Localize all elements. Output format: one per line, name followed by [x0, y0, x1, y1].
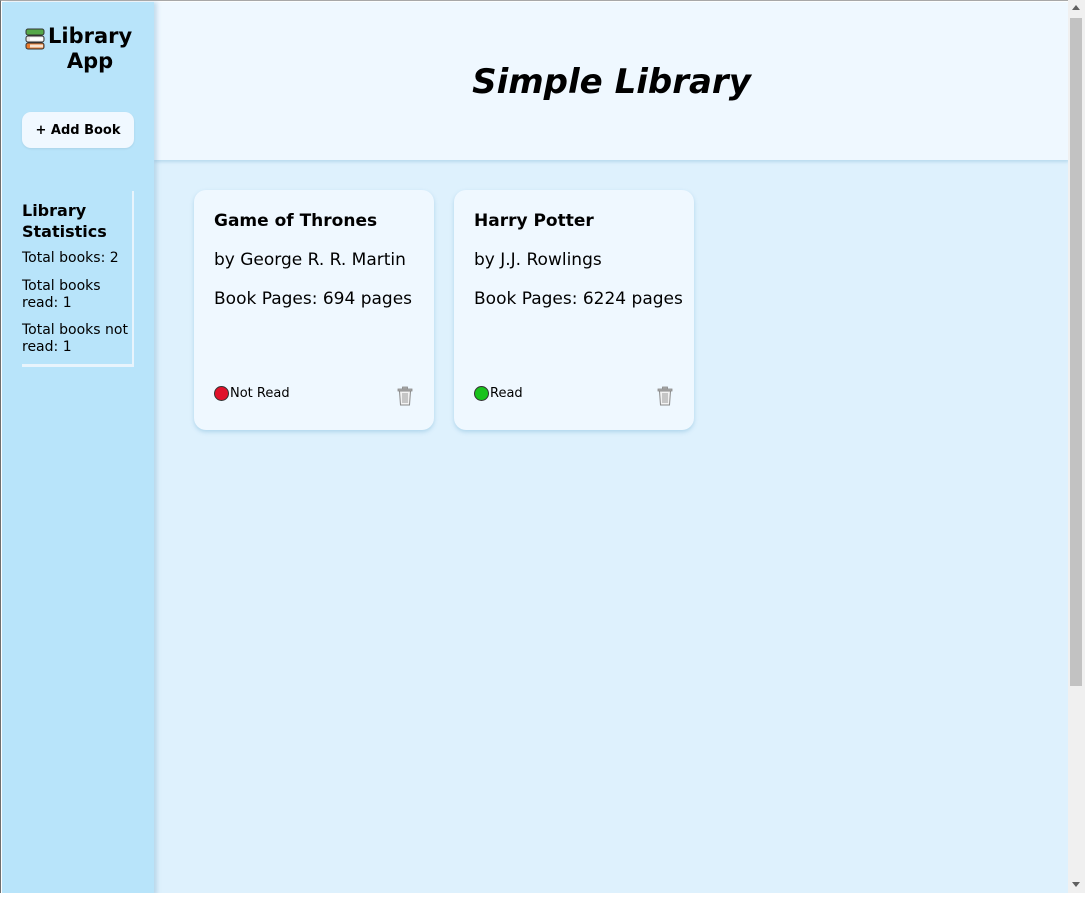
book-title: Game of Thrones	[214, 211, 378, 231]
sidebar: Library App + Add Book Library Statistic…	[2, 2, 154, 893]
book-author: by J.J. Rowlings	[474, 250, 602, 270]
book-pages: Book Pages: 694 pages	[214, 289, 413, 309]
brand-line-2: App	[66, 49, 114, 73]
scroll-up-icon[interactable]	[1072, 5, 1080, 10]
trash-icon[interactable]	[657, 386, 673, 406]
book-list: Game of Thrones by George R. R. Martin B…	[154, 160, 1068, 893]
library-statistics-panel: Library Statistics Total books: 2 Total …	[22, 191, 134, 367]
status-label: Not Read	[230, 386, 290, 401]
stat-total-not-read: Total books not read: 1	[22, 322, 128, 355]
books-stack-icon	[25, 28, 45, 50]
book-title: Harry Potter	[474, 211, 594, 231]
brand: Library App	[24, 24, 132, 74]
trash-icon[interactable]	[397, 386, 413, 406]
page-title: Simple Library	[472, 62, 751, 102]
book-card: Game of Thrones by George R. R. Martin B…	[194, 190, 434, 430]
status-dot-icon	[214, 386, 229, 401]
vertical-scrollbar[interactable]	[1068, 0, 1085, 893]
read-status-toggle[interactable]: Read	[474, 386, 523, 401]
status-label: Read	[490, 386, 523, 401]
window-bottom-edge	[0, 893, 1085, 899]
brand-line-1: Library	[48, 24, 133, 48]
stat-total-books: Total books: 2	[22, 250, 119, 266]
brand-title: Library App	[48, 24, 132, 74]
book-author: by George R. R. Martin	[214, 250, 406, 270]
stat-total-read: Total books read: 1	[22, 278, 101, 311]
scrollbar-thumb[interactable]	[1070, 18, 1082, 686]
read-status-toggle[interactable]: Not Read	[214, 386, 290, 401]
page-header: Simple Library	[154, 2, 1068, 160]
book-pages: Book Pages: 6224 pages	[474, 289, 683, 309]
status-dot-icon	[474, 386, 489, 401]
add-book-button[interactable]: + Add Book	[22, 112, 134, 148]
book-card: Harry Potter by J.J. Rowlings Book Pages…	[454, 190, 694, 430]
scroll-down-icon[interactable]	[1072, 882, 1080, 887]
stats-title: Library Statistics	[22, 201, 107, 241]
app-window: Library App + Add Book Library Statistic…	[0, 0, 1068, 893]
